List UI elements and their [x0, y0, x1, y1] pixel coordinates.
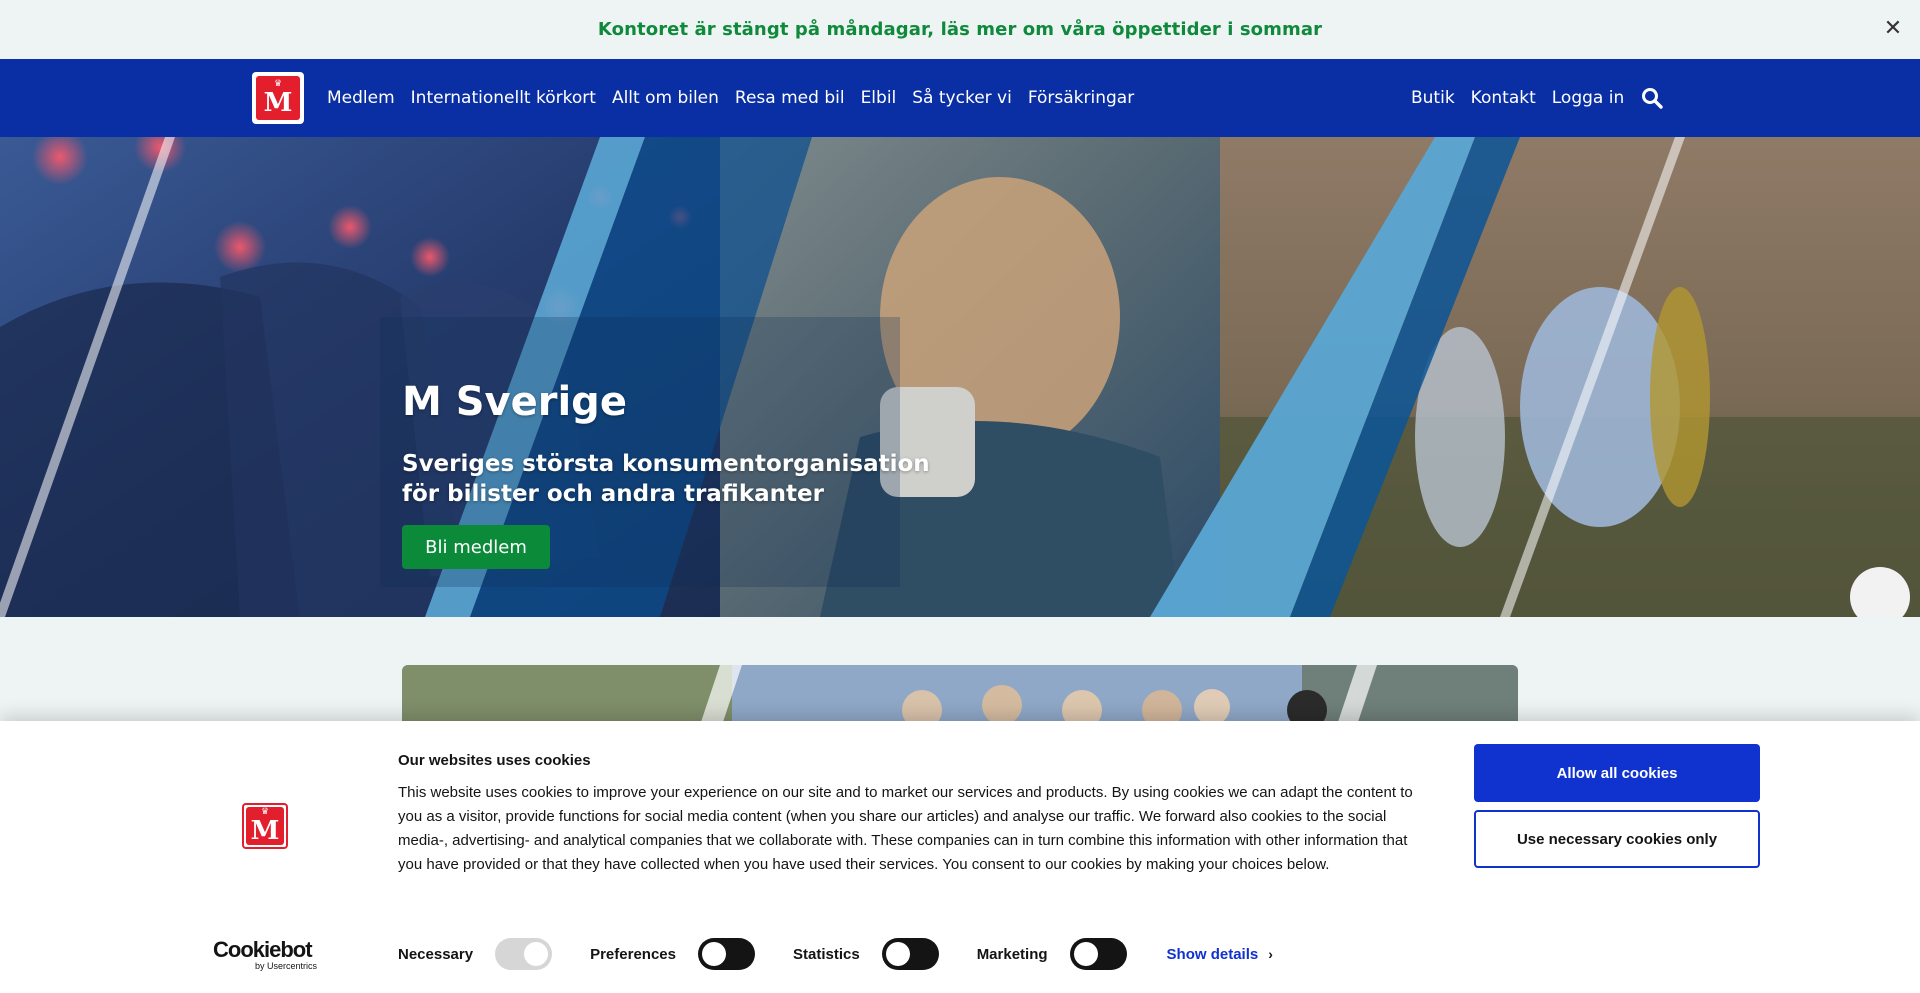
m-sverige-logo[interactable]: ♛ M: [252, 72, 304, 124]
primary-nav-links: Medlem Internationellt körkort Allt om b…: [327, 59, 1134, 137]
nav-link-forsakringar[interactable]: Försäkringar: [1028, 88, 1134, 108]
become-member-button[interactable]: Bli medlem: [402, 525, 550, 569]
nav-link-butik[interactable]: Butik: [1411, 88, 1455, 108]
cookiebot-by-line: by Usercentrics: [254, 961, 317, 971]
statistics-toggle[interactable]: [881, 938, 939, 970]
cookiebot-brand: Cookiebot: [213, 937, 313, 962]
allow-all-cookies-button[interactable]: Allow all cookies: [1474, 744, 1760, 802]
nav-link-resa-med-bil[interactable]: Resa med bil: [735, 88, 845, 108]
cookie-heading: Our websites uses cookies: [398, 752, 591, 769]
cookie-description: This website uses cookies to improve you…: [398, 784, 1413, 873]
close-icon[interactable]: ✕: [1882, 18, 1904, 40]
m-sverige-logo: ♛ M: [242, 803, 288, 849]
nav-link-elbil[interactable]: Elbil: [861, 88, 897, 108]
hero-image: [0, 137, 1920, 617]
nav-link-internationellt-korkort[interactable]: Internationellt körkort: [411, 88, 596, 108]
logo-letter-icon: M: [250, 815, 280, 846]
search-icon[interactable]: [1641, 87, 1663, 109]
main-navigation: ♛ M Medlem Internationellt körkort Allt …: [0, 59, 1920, 137]
toggle-label-necessary: Necessary: [398, 945, 474, 963]
necessary-toggle: [495, 938, 553, 970]
toggle-label-marketing: Marketing: [976, 945, 1048, 963]
cookiebot-logo: Cookiebot by Usercentrics: [213, 937, 323, 972]
notice-banner: Kontoret är stängt på måndagar, läs mer …: [0, 0, 1920, 59]
toggle-label-statistics: Statistics: [792, 945, 860, 963]
content-card-photo: [402, 665, 1518, 725]
preferences-toggle[interactable]: [697, 938, 755, 970]
cookie-consent-dialog: ♛ M Our websites uses cookies This websi…: [0, 721, 1920, 993]
secondary-nav-links: Butik Kontakt Logga in: [1411, 59, 1624, 137]
hero-subtitle: Sveriges största konsumentorganisation f…: [402, 451, 930, 507]
toggle-knob: [1073, 942, 1098, 966]
necessary-cookies-only-button[interactable]: Use necessary cookies only: [1474, 810, 1760, 868]
content-card-image[interactable]: [402, 665, 1518, 725]
logo-mark: ♛ M: [256, 76, 300, 120]
nav-link-sa-tycker-vi[interactable]: Så tycker vi: [912, 88, 1012, 108]
hero-title: M Sverige: [402, 379, 627, 425]
chevron-right-icon: ›: [1268, 946, 1273, 962]
toggle-knob: [701, 942, 726, 966]
show-details-label: Show details: [1166, 945, 1259, 963]
marketing-toggle[interactable]: [1069, 938, 1127, 970]
nav-link-kontakt[interactable]: Kontakt: [1471, 88, 1536, 108]
nav-link-logga-in[interactable]: Logga in: [1552, 88, 1624, 108]
hero-banner: M Sverige Sveriges största konsumentorga…: [0, 137, 1920, 617]
logo-letter-icon: M: [263, 87, 293, 118]
toggle-label-preferences: Preferences: [590, 945, 676, 963]
logo-mark: ♛ M: [246, 807, 284, 845]
nav-link-allt-om-bilen[interactable]: Allt om bilen: [612, 88, 719, 108]
show-details-link[interactable]: Show details ›: [1167, 946, 1273, 963]
toggle-knob: [885, 942, 910, 966]
nav-link-medlem[interactable]: Medlem: [327, 88, 395, 108]
toggle-knob: [524, 942, 549, 966]
notice-text[interactable]: Kontoret är stängt på måndagar, läs mer …: [598, 19, 1322, 40]
cookie-category-toggles: Necessary Preferences Statistics Marketi…: [398, 938, 1273, 970]
